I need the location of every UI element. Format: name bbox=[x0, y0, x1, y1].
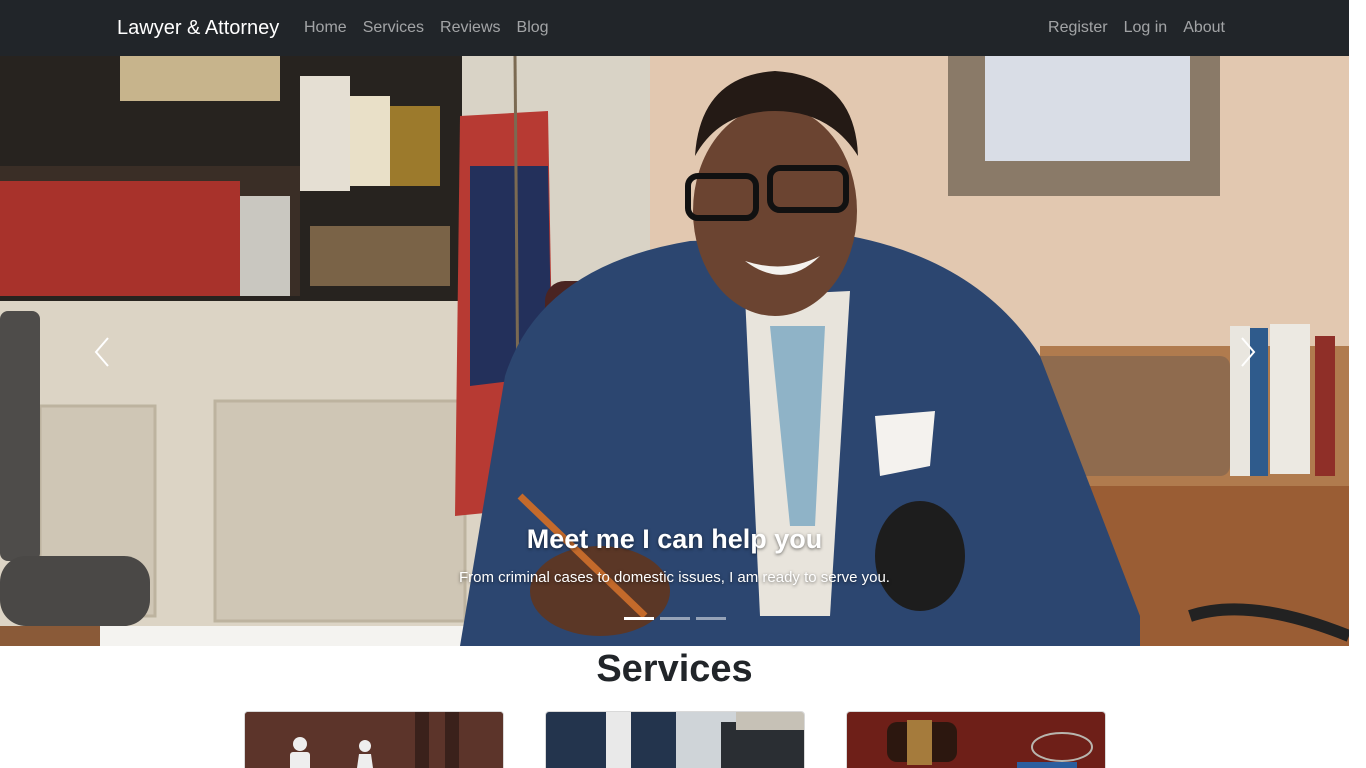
brand-logo[interactable]: Lawyer & Attorney bbox=[117, 17, 279, 40]
hero-subtitle: From criminal cases to domestic issues, … bbox=[459, 569, 890, 586]
hero-title: Meet me I can help you bbox=[526, 524, 823, 554]
nav-services-link[interactable]: Services bbox=[355, 19, 432, 37]
chevron-right-icon bbox=[1241, 337, 1256, 367]
nav-blog-link[interactable]: Blog bbox=[509, 19, 557, 37]
nav-account: Register Log in About bbox=[1040, 0, 1233, 56]
service-card-business-law[interactable] bbox=[545, 711, 805, 768]
hero-carousel: Meet me I can help you From criminal cas… bbox=[0, 56, 1349, 646]
criminal-law-gavel-image bbox=[847, 712, 1105, 768]
navbar: Lawyer & Attorney Home Services Reviews … bbox=[0, 0, 1349, 56]
carousel-prev-button[interactable] bbox=[82, 332, 122, 372]
carousel-indicator-3[interactable] bbox=[696, 617, 726, 620]
nav-home-link[interactable]: Home bbox=[296, 19, 355, 37]
nav-about-link[interactable]: About bbox=[1175, 19, 1233, 37]
service-card-family-law[interactable] bbox=[244, 711, 504, 768]
carousel-next-button[interactable] bbox=[1228, 332, 1268, 372]
services-heading: Services bbox=[596, 648, 753, 690]
nav-register-link[interactable]: Register bbox=[1040, 19, 1116, 37]
lawyer-office-photo bbox=[0, 56, 1349, 646]
carousel-indicator-1[interactable] bbox=[624, 617, 654, 620]
nav-login-link[interactable]: Log in bbox=[1116, 19, 1176, 37]
family-law-image bbox=[245, 712, 503, 768]
carousel-indicator-2[interactable] bbox=[660, 617, 690, 620]
nav-primary: Home Services Reviews Blog bbox=[296, 0, 557, 56]
carousel-indicators bbox=[624, 617, 726, 620]
chevron-left-icon bbox=[94, 337, 109, 367]
nav-reviews-link[interactable]: Reviews bbox=[432, 19, 508, 37]
business-law-image bbox=[546, 712, 804, 768]
service-card-criminal-law[interactable] bbox=[846, 711, 1106, 768]
